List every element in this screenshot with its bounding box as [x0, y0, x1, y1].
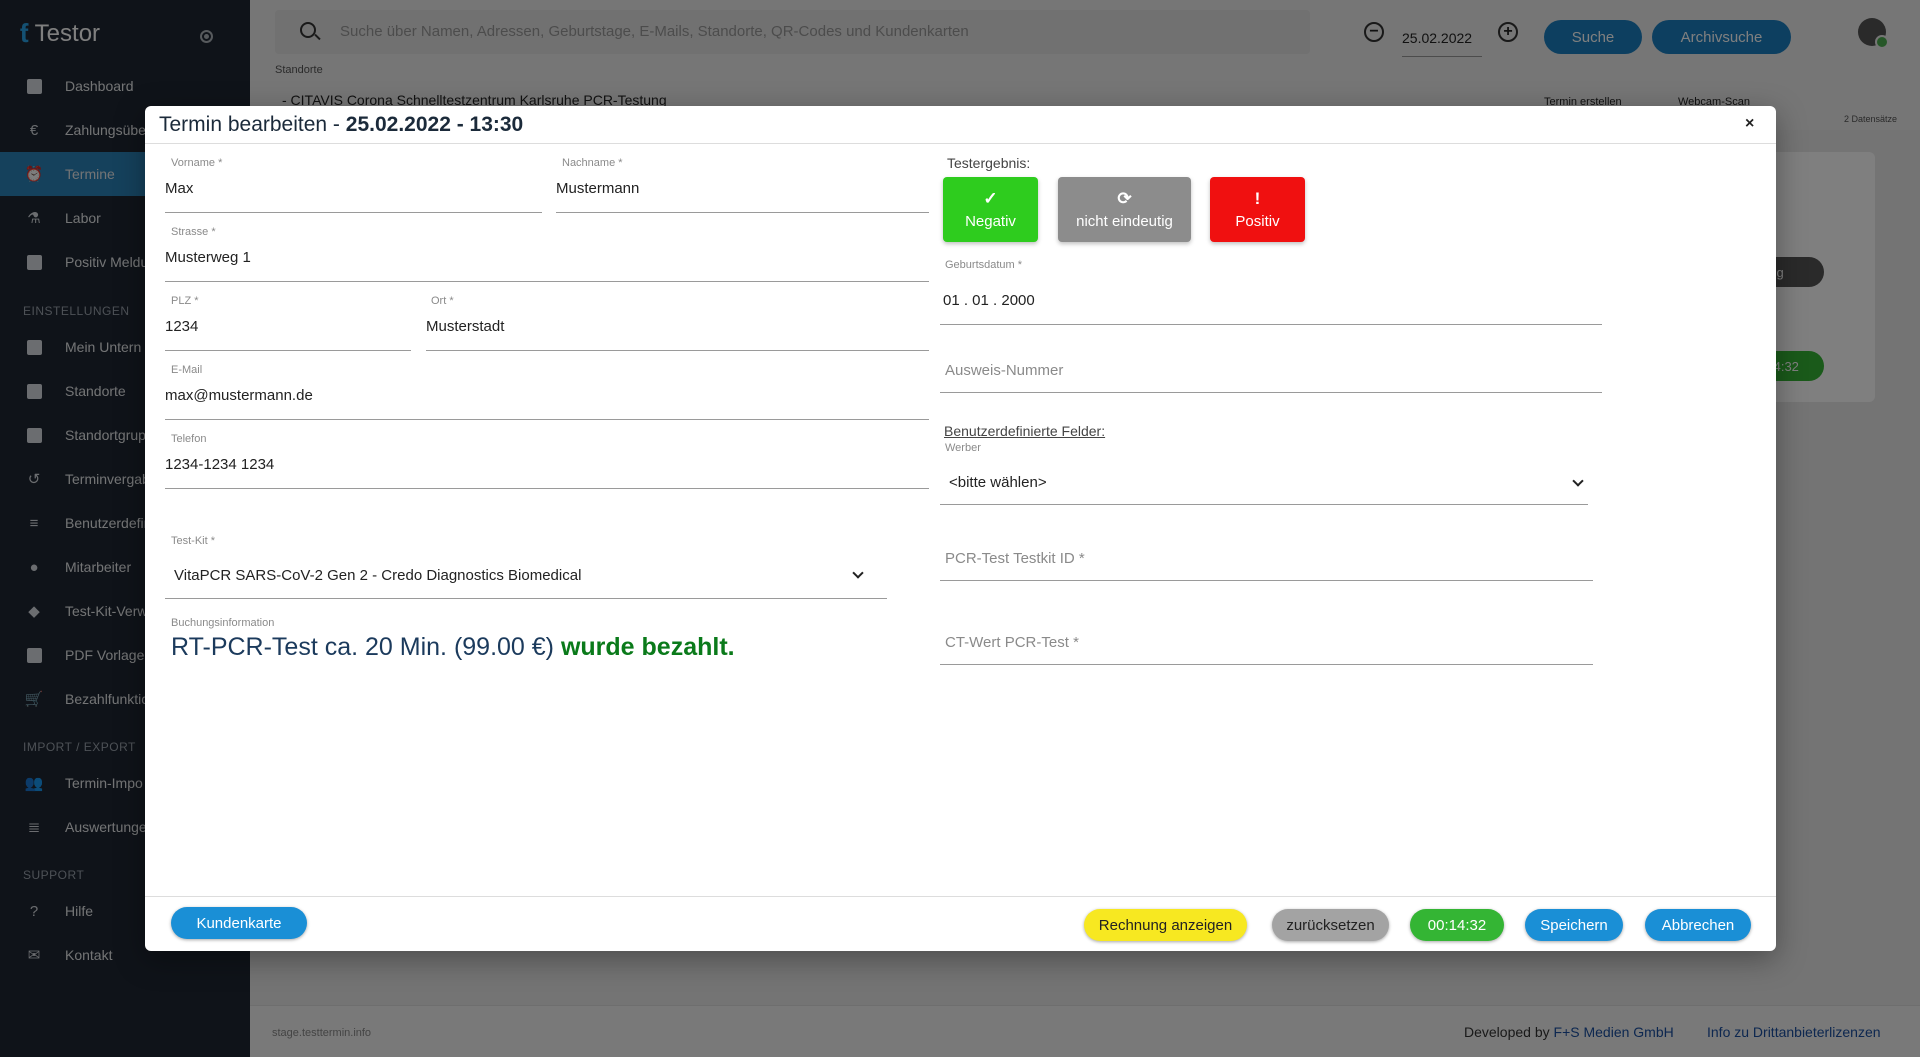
ct-wert-underline	[940, 664, 1593, 665]
ort-underline	[426, 350, 929, 351]
testkit-underline	[165, 598, 887, 599]
ort-field[interactable]: Musterstadt	[426, 318, 504, 335]
chevron-down-icon[interactable]	[852, 567, 864, 579]
ort-label: Ort *	[431, 295, 454, 307]
werber-label: Werber	[945, 442, 981, 454]
reset-button[interactable]: zurücksetzen	[1272, 909, 1389, 941]
email-field[interactable]: max@mustermann.de	[165, 387, 313, 404]
plz-label: PLZ *	[171, 295, 199, 307]
strasse-underline	[165, 281, 929, 282]
chevron-down-icon[interactable]	[1572, 475, 1584, 487]
email-underline	[165, 419, 929, 420]
ausweis-underline	[940, 392, 1602, 393]
rechnung-button[interactable]: Rechnung anzeigen	[1084, 909, 1247, 941]
result-unklar-button[interactable]: ⟳ nicht eindeutig	[1058, 177, 1191, 242]
edit-appointment-dialog: Termin bearbeiten - 25.02.2022 - 13:30 ×…	[145, 106, 1776, 951]
werber-underline	[940, 504, 1588, 505]
werber-select[interactable]: <bitte wählen>	[949, 474, 1047, 491]
birthdate-label: Geburtsdatum *	[945, 259, 1023, 271]
paid-status: wurde bezahlt.	[560, 633, 735, 661]
cancel-button[interactable]: Abbrechen	[1645, 909, 1751, 941]
booking-info: RT-PCR-Test ca. 20 Min. (99.00 €) wurde …	[171, 633, 735, 662]
nachname-underline	[556, 212, 929, 213]
telefon-label: Telefon	[171, 433, 207, 445]
testergebnis-label: Testergebnis:	[947, 155, 1031, 171]
result-positiv-button[interactable]: ! Positiv	[1210, 177, 1305, 242]
title-prefix: Termin bearbeiten -	[159, 113, 346, 136]
result-positiv-label: Positiv	[1235, 212, 1280, 230]
exclamation-icon: !	[1254, 188, 1261, 208]
dialog-title: Termin bearbeiten - 25.02.2022 - 13:30	[159, 113, 523, 137]
buchung-label: Buchungsinformation	[171, 617, 275, 629]
check-icon: ✓	[983, 188, 998, 208]
vorname-field[interactable]: Max	[165, 180, 193, 197]
vorname-underline	[165, 212, 542, 213]
telefon-field[interactable]: 1234-1234 1234	[165, 456, 274, 473]
birthdate-underline	[940, 324, 1602, 325]
strasse-label: Strasse *	[171, 226, 216, 238]
strasse-field[interactable]: Musterweg 1	[165, 249, 251, 266]
result-unklar-label: nicht eindeutig	[1076, 212, 1173, 230]
result-negativ-label: Negativ	[965, 212, 1016, 230]
ct-wert-field[interactable]: CT-Wert PCR-Test *	[945, 634, 1079, 651]
kundenkarte-button[interactable]: Kundenkarte	[171, 907, 307, 939]
vorname-label: Vorname *	[171, 157, 223, 169]
pcr-testkit-id-underline	[940, 580, 1593, 581]
email-label: E-Mail	[171, 364, 203, 376]
pcr-testkit-id-field[interactable]: PCR-Test Testkit ID *	[945, 550, 1085, 567]
plz-underline	[165, 350, 411, 351]
refresh-icon: ⟳	[1117, 188, 1132, 208]
telefon-underline	[165, 488, 929, 489]
plz-field[interactable]: 1234	[165, 318, 198, 335]
title-date: 25.02.2022 - 13:30	[345, 113, 524, 136]
custom-fields-title: Benutzerdefinierte Felder:	[944, 423, 1106, 439]
testkit-select[interactable]: VitaPCR SARS-CoV-2 Gen 2 - Credo Diagnos…	[174, 567, 581, 584]
ausweis-field[interactable]: Ausweis-Nummer	[945, 362, 1063, 379]
timer-button[interactable]: 00:14:32	[1410, 909, 1504, 941]
nachname-field[interactable]: Mustermann	[556, 180, 639, 197]
testkit-label: Test-Kit *	[171, 535, 216, 547]
booking-text: RT-PCR-Test ca. 20 Min. (99.00 €)	[171, 633, 555, 661]
birthdate-field[interactable]: 01 . 01 . 2000	[943, 292, 1035, 309]
nachname-label: Nachname *	[562, 157, 623, 169]
close-icon[interactable]: ×	[1745, 115, 1754, 133]
result-negativ-button[interactable]: ✓ Negativ	[943, 177, 1038, 242]
dialog-header: Termin bearbeiten - 25.02.2022 - 13:30 ×	[145, 106, 1776, 144]
save-button[interactable]: Speichern	[1525, 909, 1623, 941]
